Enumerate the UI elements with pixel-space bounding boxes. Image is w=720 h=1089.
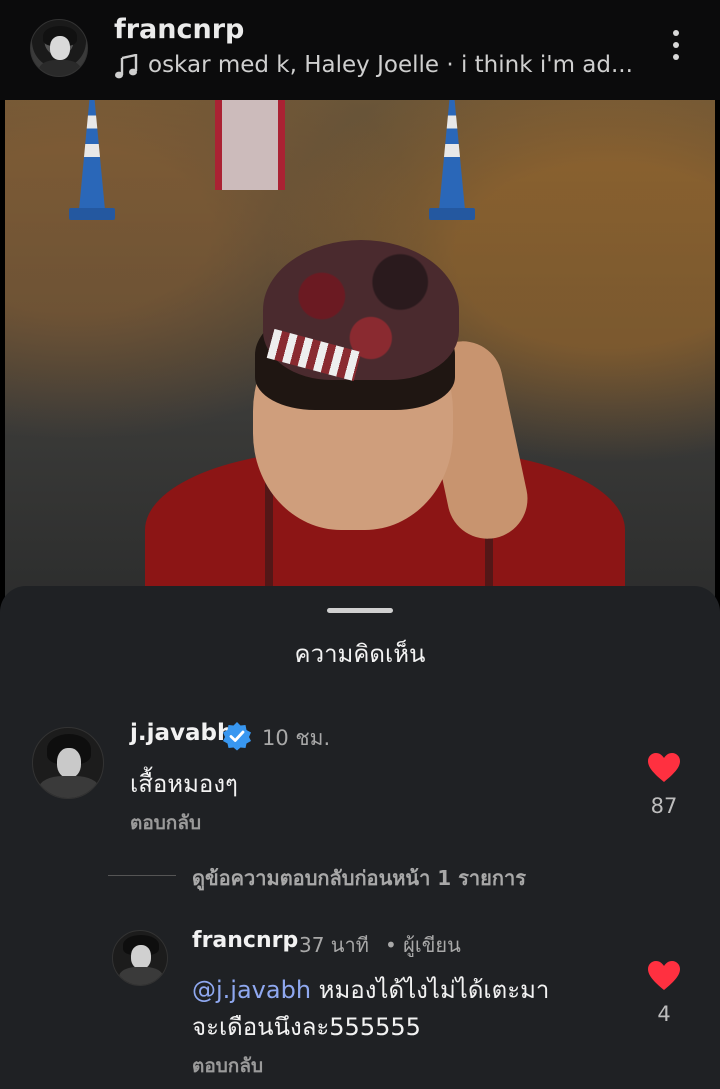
sheet-title: ความคิดเห็น: [294, 640, 426, 668]
comment-text: เสื้อหมองๆ: [130, 770, 238, 798]
replies-divider: [108, 875, 176, 876]
reply-text-line1: @j.javabh หมองได้ไงไม่ได้เตะมา: [192, 970, 549, 1009]
reply-button[interactable]: ตอบกลับ: [130, 808, 201, 838]
more-options-icon[interactable]: [666, 30, 686, 70]
comment-avatar[interactable]: [32, 727, 104, 799]
view-previous-replies-button[interactable]: ดูข้อความตอบกลับก่อนหน้า 1 รายการ: [192, 862, 526, 894]
verified-badge-icon: [223, 722, 251, 751]
reply-avatar[interactable]: [112, 930, 168, 986]
profile-avatar[interactable]: [30, 19, 88, 77]
mention-link[interactable]: @j.javabh: [192, 976, 311, 1004]
post-username[interactable]: francnrp: [114, 14, 244, 45]
music-note-icon: [115, 54, 138, 79]
comment-username[interactable]: j.javabh: [130, 720, 233, 746]
reply-username[interactable]: francnrp: [192, 928, 298, 953]
reply-time: 37 นาที: [299, 933, 369, 957]
post-photo[interactable]: [5, 100, 715, 620]
post-header: [0, 0, 720, 100]
author-tag: • ผู้เขียน: [385, 933, 461, 957]
heart-icon[interactable]: [647, 960, 681, 992]
reply-text: หมองได้ไงไม่ได้เตะมา: [311, 976, 550, 1004]
reply-like-count: 4: [657, 1002, 671, 1026]
reply-reply-button[interactable]: ตอบกลับ: [192, 1051, 263, 1081]
reply-text-line2: จะเดือนนึงละ555555: [192, 1013, 421, 1041]
music-label[interactable]: oskar med k, Haley Joelle · i think i'm …: [148, 52, 633, 78]
heart-icon[interactable]: [647, 752, 681, 784]
sheet-drag-handle[interactable]: [327, 608, 393, 613]
comment-time: 10 ชม.: [262, 726, 331, 750]
like-count: 87: [650, 794, 678, 818]
